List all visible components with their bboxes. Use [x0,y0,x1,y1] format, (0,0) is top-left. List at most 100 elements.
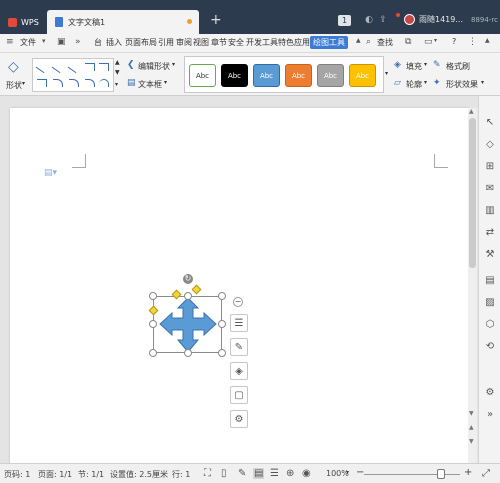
menu-section[interactable]: 章节 [211,37,227,48]
more-icon[interactable]: » [75,37,81,47]
layout-options-icon[interactable]: ☰ [230,314,248,332]
freeform-curve-icon[interactable] [99,79,109,87]
resize-handle-top-left[interactable] [149,292,157,300]
wps-home-tab[interactable]: WPS [0,10,46,34]
zoom-in-button[interactable]: + [464,467,472,478]
layout-icon[interactable]: ▭ [424,37,433,47]
outline-view-icon[interactable]: ☰ [270,468,279,479]
resize-handle-bottom[interactable] [184,349,192,357]
document-tab[interactable]: 文字文稿1 [47,10,199,34]
table-icon[interactable]: ⊞ [483,160,497,174]
text-box-button[interactable]: 文本框 [138,79,162,90]
select-icon[interactable]: ↖ [483,116,497,130]
comment-icon[interactable]: ✉ [483,182,497,196]
fill-chevron-icon[interactable]: ▾ [424,61,427,68]
prev-page-icon[interactable]: ▲ [469,424,474,431]
eye-protect-icon[interactable]: ◉ [302,468,311,479]
style-swatch-gray[interactable]: Abc [317,64,344,87]
image-icon[interactable]: ▨ [483,296,497,310]
resize-handle-top-right[interactable] [218,292,226,300]
layout-chevron-icon[interactable]: ▾ [434,37,437,44]
menu-references[interactable]: 引用 [158,37,174,48]
external-link-icon[interactable]: ⧉ [405,37,411,47]
edit-shape-icon[interactable]: ❮ [127,60,135,70]
curved-arrow-icon[interactable] [69,79,79,87]
web-view-icon[interactable]: ⊕ [286,468,294,479]
format-brush-button[interactable]: 格式刷 [446,61,470,72]
edit-shape-chevron-icon[interactable]: ▾ [172,61,175,68]
fullscreen-icon[interactable]: ⛶ [204,468,211,479]
shape-effect-icon[interactable]: ✦ [433,78,441,88]
collapse-toolbar-icon[interactable]: − [233,297,243,307]
page-view-icon[interactable]: ▤ [253,468,265,479]
outline-button[interactable]: 轮廓 [406,79,422,90]
menu-special[interactable]: 特色应用 [278,37,310,48]
zoom-slider-knob[interactable] [437,469,445,479]
zoom-slider[interactable] [364,474,460,475]
shape-button[interactable]: 形状 [6,80,22,91]
save-icon[interactable]: ▣ [57,37,66,47]
search-button[interactable]: 查找 [377,37,393,48]
more-options-icon[interactable]: ⋮ [468,37,477,47]
curved-connector-icon[interactable] [53,79,63,87]
connector-gallery[interactable] [32,58,114,92]
search-icon[interactable]: ⌕ [366,37,371,47]
connector-arrow-icon[interactable] [51,60,65,74]
new-tab-button[interactable]: + [210,12,222,28]
connector-line-icon[interactable] [35,60,49,74]
elbow-arrow-icon[interactable] [99,63,109,71]
panel-settings-icon[interactable]: ⚙ [483,386,497,400]
zoom-out-button[interactable]: − [356,467,364,478]
menu-developer[interactable]: 开发工具 [246,37,278,48]
shape-icon[interactable]: ◇ [8,59,19,75]
four-way-arrow-shape[interactable] [153,292,223,356]
user-account[interactable]: 雨随1419... [404,14,463,25]
hamburger-menu-icon[interactable]: ≡ [6,37,14,47]
vertical-scrollbar[interactable]: ▲ ▼ ▲ ▼ [468,108,477,463]
help-button[interactable]: ? [452,37,456,46]
outline-icon[interactable]: ▢ [230,386,248,404]
fill-color-icon[interactable]: ◈ [230,362,248,380]
shape-effect-button[interactable]: 形状效果 [446,79,478,90]
outline-pen-icon[interactable]: ▱ [394,78,401,88]
fit-page-icon[interactable]: ⤢ [482,468,490,479]
shape-settings-icon[interactable]: ⚙ [230,410,248,428]
panel-collapse-icon[interactable]: » [483,408,497,422]
menu-view[interactable]: 视图 [193,37,209,48]
backup-icon[interactable]: ⬡ [483,318,497,332]
resize-handle-bottom-left[interactable] [149,349,157,357]
menu-prefix[interactable]: 台 [94,37,102,48]
shape-effect-chevron-icon[interactable]: ▾ [481,79,484,86]
clipboard-icon[interactable]: ▥ [483,204,497,218]
file-menu[interactable]: 文件 [20,37,36,48]
chevron-down-icon[interactable]: ▾ [42,37,46,45]
reading-mode-icon[interactable]: ▯ [221,468,227,479]
edit-shape-button[interactable]: 编辑形状 [138,61,170,72]
connector-double-arrow-icon[interactable] [67,60,81,74]
outline-chevron-icon[interactable]: ▾ [424,79,427,86]
toolbox-icon[interactable]: ⚒ [483,248,497,262]
style-swatch-orange[interactable]: Abc [285,64,312,87]
write-mode-icon[interactable]: ✎ [238,468,246,479]
style-swatch-black[interactable]: Abc [221,64,248,87]
style-gallery-expand-icon[interactable]: ▾ [385,70,388,77]
next-page-icon[interactable]: ▼ [469,438,474,445]
elbow-connector-icon[interactable] [85,63,95,71]
window-count-badge[interactable]: 1 [338,15,351,26]
library-icon[interactable]: ▤ [483,274,497,288]
style-swatch-blue[interactable]: Abc [253,64,280,87]
history-icon[interactable]: ⟲ [483,340,497,354]
paragraph-marker-icon[interactable]: ▤▾ [44,168,57,178]
gallery-scroll-up-icon[interactable]: ▲ [115,59,120,66]
curved-double-arrow-icon[interactable] [85,79,95,87]
scroll-down-icon[interactable]: ▼ [469,410,474,417]
elbow-double-arrow-icon[interactable] [37,79,47,87]
gallery-expand-icon[interactable]: ▾ [115,81,118,88]
resize-handle-bottom-right[interactable] [218,349,226,357]
scroll-thumb[interactable] [469,118,476,268]
pen-icon[interactable]: ✎ [230,338,248,356]
style-swatch-gold[interactable]: Abc [349,64,376,87]
resize-handle-right[interactable] [218,320,226,328]
chevron-up-icon[interactable]: ▲ [356,37,361,44]
fill-bucket-icon[interactable]: ◈ [394,60,401,70]
